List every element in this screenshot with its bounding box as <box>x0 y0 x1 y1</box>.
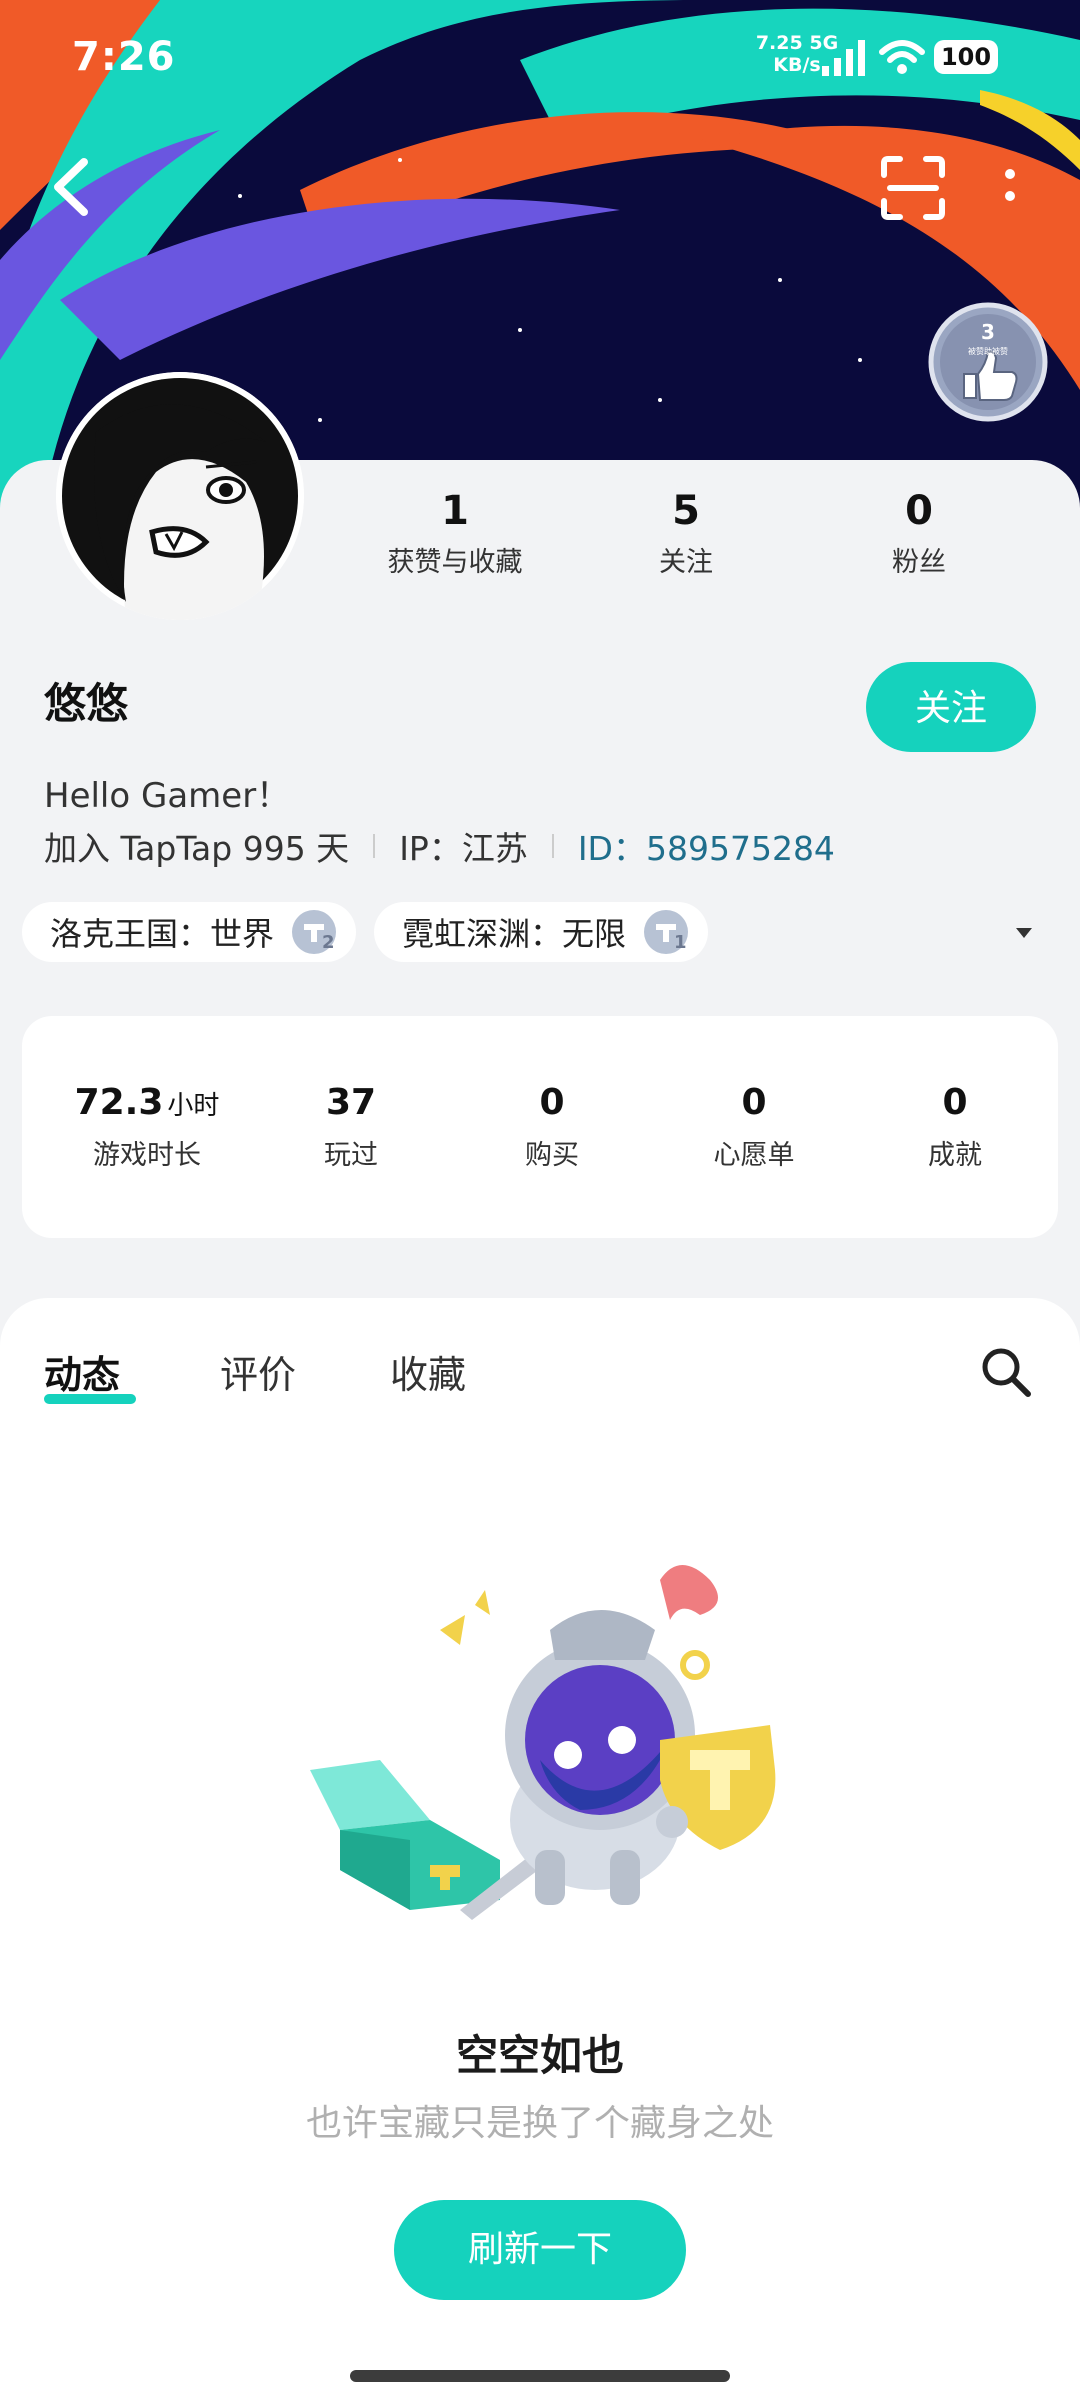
stat-label: 粉丝 <box>892 547 946 578</box>
user-id[interactable]: ID：589575284 <box>578 822 835 870</box>
badge-caption: 被赞助被赞 <box>968 347 1008 356</box>
stat-value: 0 <box>942 1082 968 1123</box>
stat-value: 37 <box>325 1082 377 1123</box>
stat-followers[interactable]: 0 粉丝 <box>819 488 1019 579</box>
wifi-icon <box>879 40 925 74</box>
game-tag-text: 霓虹深渊：无限 <box>402 915 627 953</box>
game-stat-purchased[interactable]: 0 购买 <box>457 1082 647 1172</box>
refresh-button[interactable]: 刷新一下 <box>394 2200 686 2300</box>
stat-following[interactable]: 5 关注 <box>586 488 786 579</box>
empty-state-subtitle: 也许宝藏只是换了个藏身之处 <box>305 2103 774 2144</box>
home-indicator[interactable] <box>350 2370 730 2382</box>
profile-meta: 加入 TapTap 995 天 IP：江苏 ID：589575284 <box>44 822 835 870</box>
avatar[interactable] <box>56 372 304 620</box>
stat-value: 72.3 <box>74 1082 164 1123</box>
stat-likes[interactable]: 1 获赞与收藏 <box>355 488 555 579</box>
game-tag[interactable]: 洛克王国：世界 2 <box>22 902 357 962</box>
stat-unit: 小时 <box>167 1091 220 1121</box>
level-icon: 2 <box>292 910 337 954</box>
more-options-icon[interactable] <box>990 160 1030 216</box>
game-tag-text: 洛克王国：世界 <box>50 915 275 953</box>
search-icon[interactable] <box>978 1344 1034 1400</box>
stat-value: 5 <box>672 488 700 534</box>
status-bar: 7:26 7.25 5G KB/s 100 <box>0 0 1080 110</box>
active-tab-indicator <box>44 1394 136 1404</box>
stat-label: 购买 <box>525 1140 579 1171</box>
net-speed-value: 7.25 <box>755 32 803 54</box>
net-speed-unit: KB/s <box>773 54 821 76</box>
stat-value: 0 <box>905 488 933 534</box>
bio: Hello Gamer！ <box>44 776 291 816</box>
tab-favorites[interactable]: 收藏 <box>390 1344 466 1399</box>
game-tag[interactable]: 霓虹深渊：无限 1 <box>374 902 709 962</box>
level-number: 1 <box>674 932 687 953</box>
signal-icon <box>822 40 865 76</box>
join-days: 加入 TapTap 995 天 <box>44 829 350 868</box>
scan-icon[interactable] <box>880 155 946 221</box>
tab-reviews[interactable]: 评价 <box>220 1344 296 1399</box>
stat-value: 1 <box>441 488 469 534</box>
stat-label: 玩过 <box>324 1140 378 1171</box>
stat-value: 0 <box>539 1082 565 1123</box>
level-icon: 1 <box>644 910 689 954</box>
back-icon[interactable] <box>40 152 100 222</box>
game-stat-played[interactable]: 37 玩过 <box>256 1082 446 1172</box>
divider <box>373 834 376 858</box>
clock: 7:26 <box>72 34 176 80</box>
like-badge[interactable]: 3 被赞助被赞 <box>928 302 1048 422</box>
stat-label: 成就 <box>928 1140 982 1171</box>
divider <box>551 834 554 858</box>
username: 悠悠 <box>44 679 129 728</box>
empty-state-illustration <box>310 1565 776 1920</box>
stat-label: 关注 <box>659 547 713 578</box>
tab-posts[interactable]: 动态 <box>44 1344 120 1399</box>
battery-indicator: 100 <box>934 40 998 74</box>
game-stat-achievements[interactable]: 0 成就 <box>860 1082 1050 1172</box>
stat-label: 游戏时长 <box>93 1140 201 1171</box>
game-stat-playtime[interactable]: 72.3 小时 游戏时长 <box>52 1082 242 1172</box>
empty-state-title: 空空如也 <box>455 2031 624 2080</box>
game-stat-wishlist[interactable]: 0 心愿单 <box>659 1082 849 1172</box>
stat-label: 心愿单 <box>713 1140 795 1171</box>
follow-button[interactable]: 关注 <box>866 662 1036 752</box>
badge-level: 3 <box>981 320 995 344</box>
stat-value: 0 <box>741 1082 767 1123</box>
level-number: 2 <box>322 932 335 953</box>
chevron-down-icon[interactable] <box>1016 928 1032 938</box>
ip-location: IP：江苏 <box>399 829 528 868</box>
stat-label: 获赞与收藏 <box>387 547 523 578</box>
